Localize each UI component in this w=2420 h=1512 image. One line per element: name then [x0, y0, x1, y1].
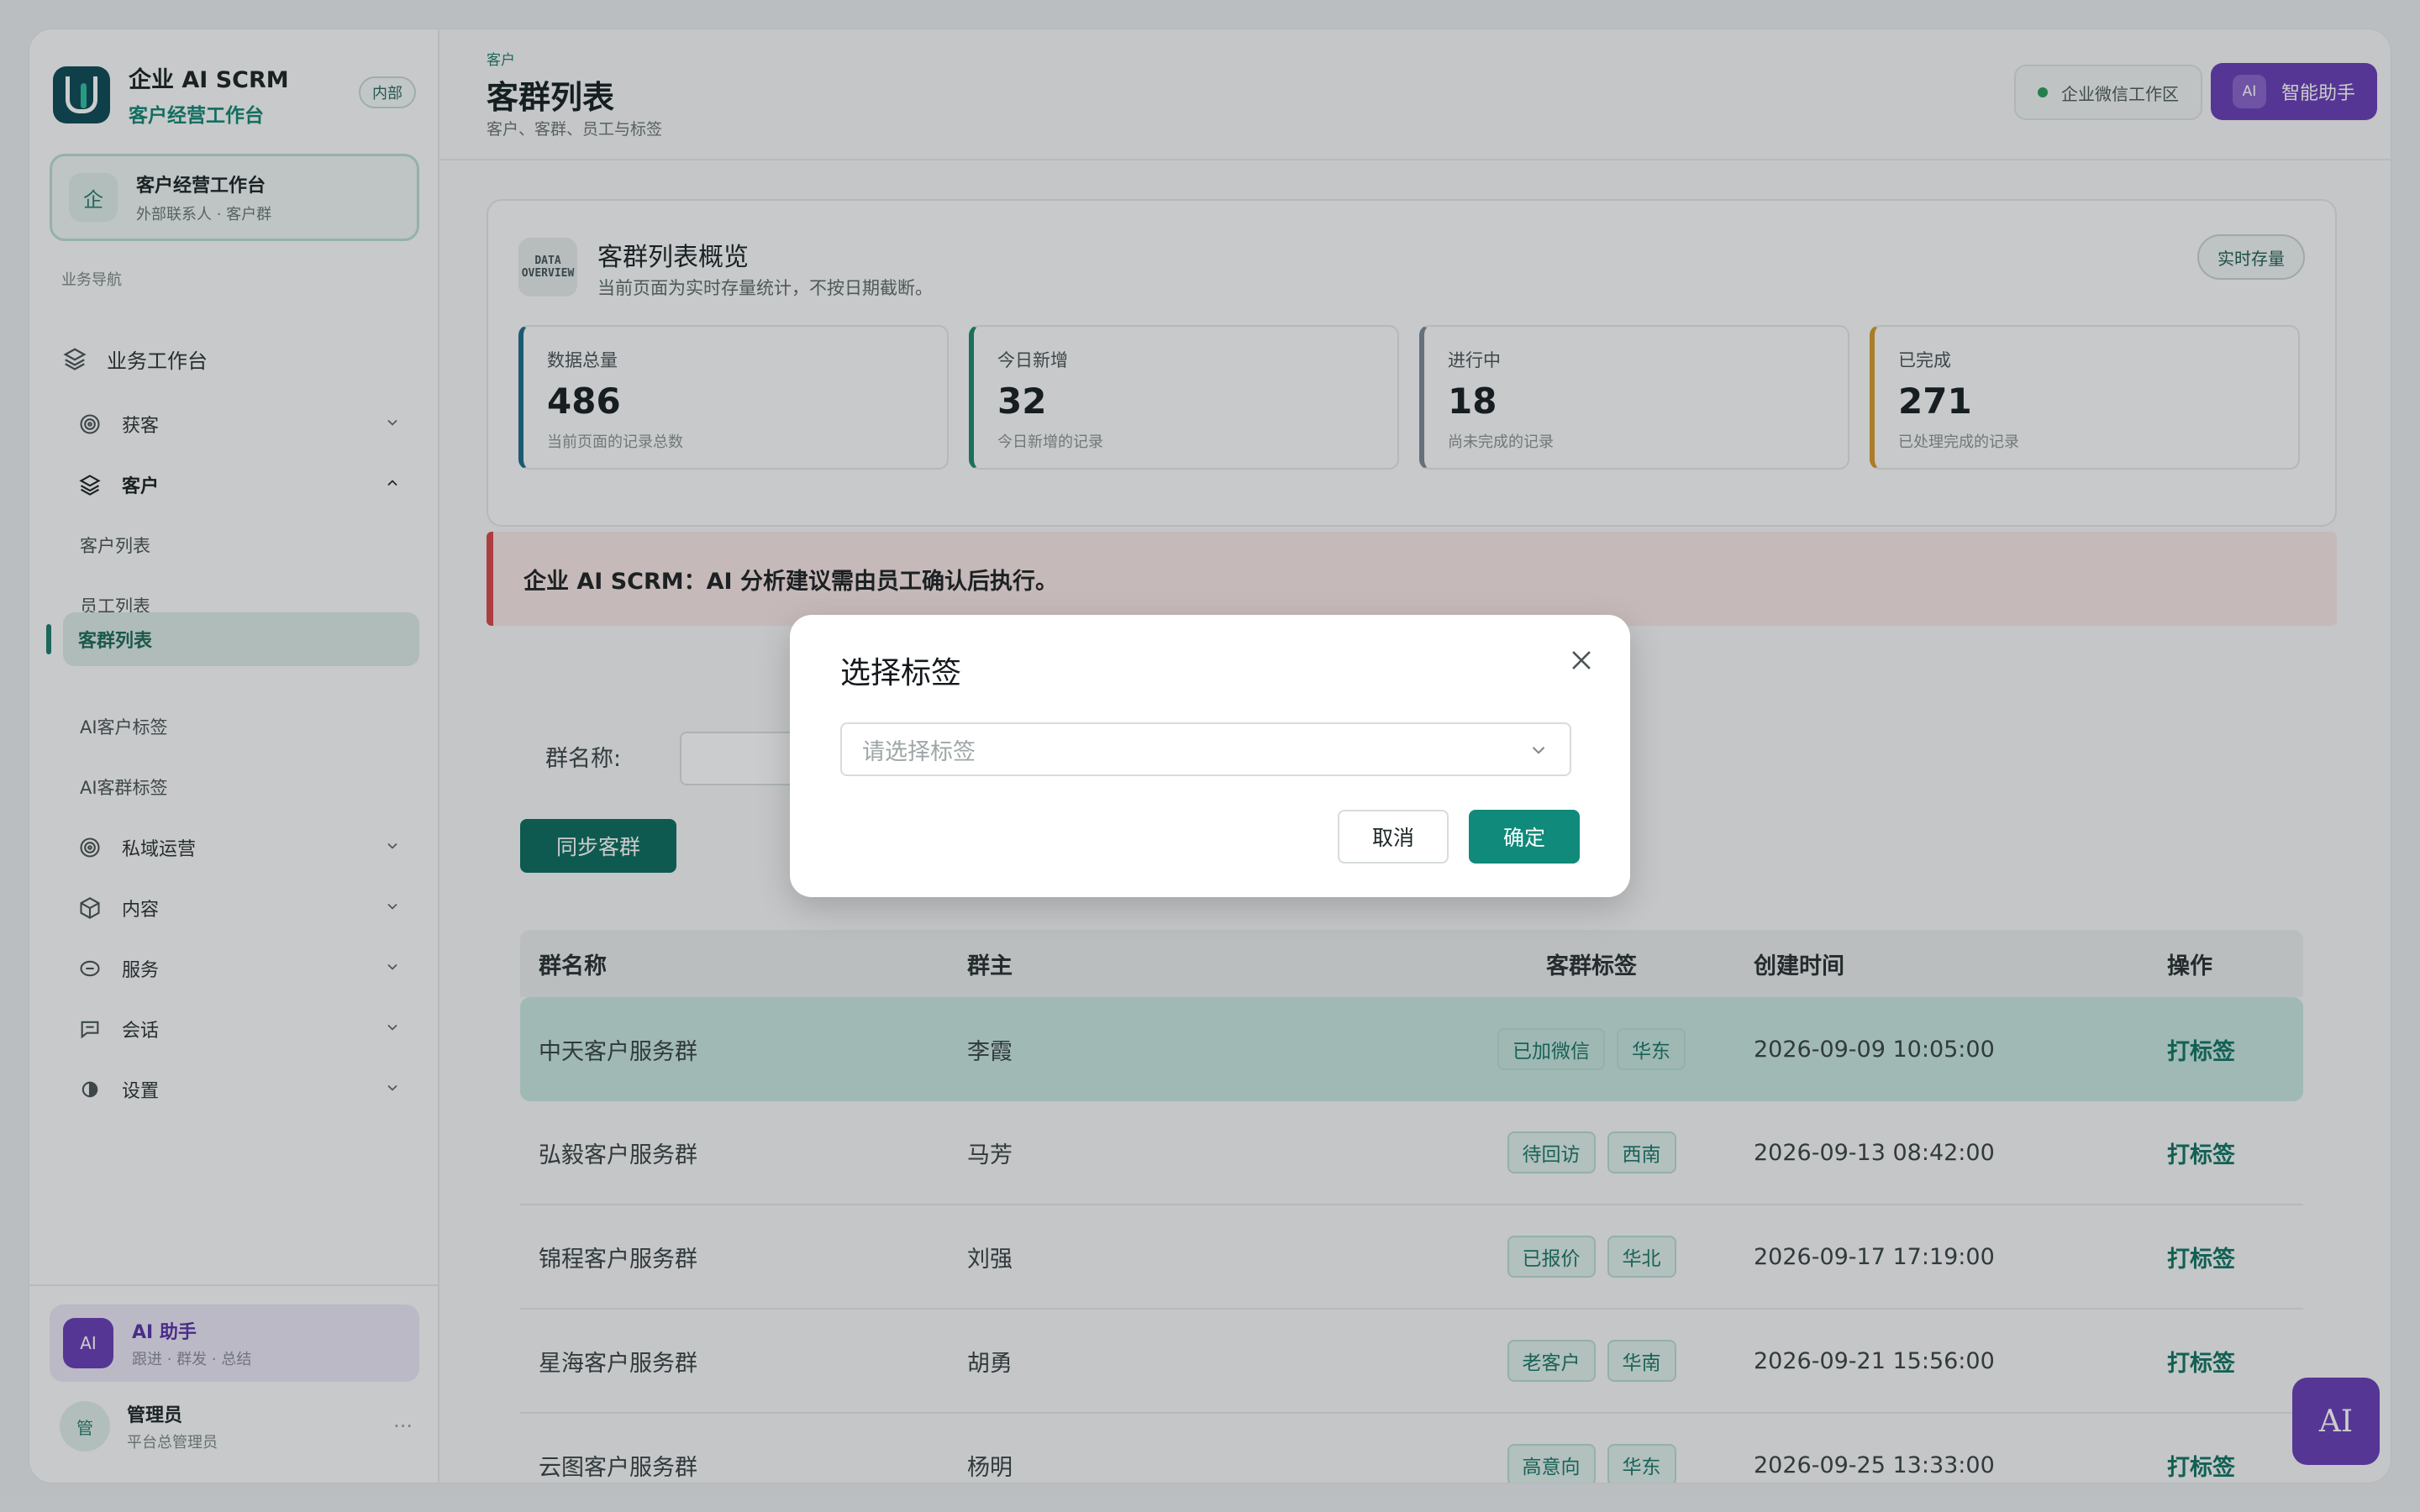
tag-select[interactable]: 请选择标签	[840, 722, 1571, 776]
select-tag-dialog: 选择标签 请选择标签 取消 确定	[790, 615, 1630, 897]
tag-select-placeholder: 请选择标签	[862, 738, 976, 765]
cancel-button[interactable]: 取消	[1338, 810, 1449, 864]
close-icon[interactable]	[1558, 637, 1605, 684]
confirm-button[interactable]: 确定	[1469, 810, 1580, 864]
chevron-down-icon	[1528, 739, 1549, 767]
dialog-title: 选择标签	[840, 656, 962, 690]
